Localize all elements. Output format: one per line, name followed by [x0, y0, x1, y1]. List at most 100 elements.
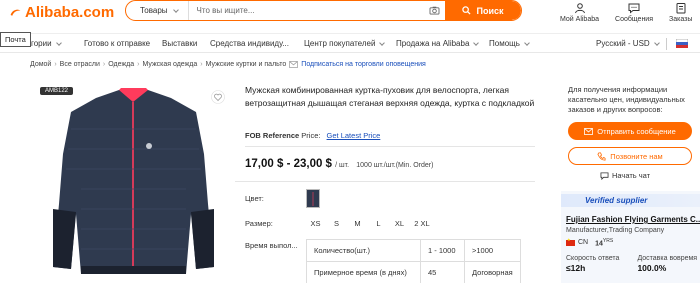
fob-label-suffix: Price:	[301, 131, 321, 140]
call-us-label: Позвоните нам	[610, 151, 663, 161]
color-swatch[interactable]	[306, 189, 320, 208]
product-code-tag: AMB122	[40, 87, 74, 95]
search-bar: Товары Поиск	[125, 0, 522, 21]
supplier-card: Verified supplier Fujian Fashion Flying …	[561, 191, 700, 283]
orders-link[interactable]: Заказы	[669, 2, 692, 23]
nav-ready-to-ship[interactable]: Готово к отправке	[84, 39, 150, 48]
chevron-down-icon	[55, 39, 62, 46]
breadcrumb-item[interactable]: Мужские куртки и пальто	[206, 61, 287, 68]
mail-tooltip: Почта	[0, 32, 31, 47]
nav-ready-label: Готово к отправке	[84, 39, 151, 48]
my-alibaba-label: Мой Alibaba	[560, 16, 600, 23]
flag-icon[interactable]	[675, 38, 689, 50]
response-time-value: ≤12h	[566, 263, 586, 273]
message-icon	[628, 3, 640, 14]
years-value: 14	[595, 240, 603, 248]
nav-help[interactable]: Помощь	[489, 39, 530, 48]
logo-text: Alibaba.com	[25, 4, 115, 21]
send-message-label: Отправить сообщение	[597, 126, 676, 136]
start-chat-label: Начать чат	[612, 171, 651, 180]
search-button[interactable]: Поиск	[445, 1, 521, 20]
size-option[interactable]: XL	[390, 216, 409, 230]
nav-personal-label: Средства индивиду...	[210, 39, 289, 48]
alibaba-logo-icon	[10, 9, 21, 16]
size-label: Размер:	[245, 219, 273, 228]
breadcrumb-item[interactable]: Все отрасли	[60, 61, 100, 68]
supplier-name-link[interactable]: Fujian Fashion Flying Garments C...	[566, 215, 700, 224]
size-option[interactable]: XS	[306, 216, 325, 230]
alibaba-logo[interactable]: Alibaba.com	[9, 4, 114, 21]
mail-icon	[289, 61, 299, 68]
search-input[interactable]	[188, 6, 427, 15]
size-options: XS S M L XL 2 XL	[306, 216, 433, 230]
divider	[235, 181, 535, 182]
table-cell: Договорная	[464, 261, 521, 283]
nav-divider	[666, 38, 667, 50]
breadcrumb: Домой › Все отрасли › Одежда › Мужская одеж…	[30, 61, 426, 68]
subscribe-alerts-link[interactable]: Подписаться на торговли оповещения	[289, 61, 426, 68]
chat-icon	[600, 171, 609, 180]
product-image[interactable]: AMB122	[36, 84, 231, 283]
supplier-country: CN 14YRS	[566, 237, 613, 248]
breadcrumb-item[interactable]: Одежда	[108, 61, 134, 68]
language-currency-label: Русский - USD	[596, 39, 650, 48]
response-time-label: Скорость ответа	[566, 255, 620, 262]
phone-icon	[597, 151, 606, 161]
send-message-button[interactable]: Отправить сообщение	[568, 122, 692, 140]
table-row: Количество(шт.) 1 - 1000 >1000	[306, 239, 521, 262]
nav-personal-protection[interactable]: Средства индивиду...	[210, 39, 289, 48]
size-option[interactable]: 2 XL	[411, 216, 433, 230]
nav-sell-label: Продажа на Alibaba	[396, 39, 470, 48]
verified-supplier-badge: Verified supplier	[561, 194, 700, 207]
country-code: CN	[578, 239, 589, 247]
price-range: 17,00 $ - 23,00 $ / шт. 1000 шт./шт.(Min…	[245, 158, 433, 170]
camera-icon[interactable]	[427, 6, 441, 15]
lead-time-label: Время выпол...	[245, 241, 298, 250]
min-order: 1000 шт./шт.(Min. Order)	[356, 162, 434, 169]
table-cell: 45	[420, 261, 465, 283]
nav-exhibitions-label: Выставки	[162, 39, 198, 48]
size-option[interactable]: L	[369, 216, 388, 230]
heart-icon[interactable]	[211, 90, 225, 104]
breadcrumb-separator: ›	[102, 61, 106, 68]
response-time-stat: Скорость ответа ≤12h	[566, 255, 619, 273]
color-label: Цвет:	[245, 194, 264, 203]
table-cell: Количество(шт.)	[306, 239, 421, 262]
supplier-stats: Скорость ответа ≤12h Доставка вовремя 10…	[566, 255, 697, 273]
search-icon	[462, 6, 472, 15]
category-nav: Категории Готово к отправке Выставки Сре…	[0, 35, 700, 53]
top-header: Alibaba.com Товары Поиск Мой Alibaba Соо…	[0, 0, 700, 34]
chevron-down-icon	[524, 39, 530, 46]
breadcrumb-item[interactable]: Мужская одежда	[142, 61, 197, 68]
my-alibaba-link[interactable]: Мой Alibaba	[560, 2, 599, 23]
table-cell: 1 - 1000	[420, 239, 465, 262]
orders-icon	[676, 3, 686, 14]
size-option[interactable]: S	[327, 216, 346, 230]
search-category-label: Товары	[140, 6, 168, 15]
search-category-select[interactable]: Товары	[126, 1, 189, 20]
subscribe-alerts-label: Подписаться на торговли оповещения	[301, 61, 426, 68]
start-chat-link[interactable]: Начать чат	[600, 171, 650, 180]
chevron-down-icon	[653, 39, 660, 46]
nav-sell[interactable]: Продажа на Alibaba	[396, 39, 480, 48]
fob-price-row: FOB Reference Price: Get Latest Price	[245, 131, 380, 140]
chevron-down-icon	[172, 6, 179, 13]
breadcrumb-separator: ›	[137, 61, 140, 68]
size-option[interactable]: M	[348, 216, 367, 230]
nav-buyer-center[interactable]: Центр покупателей	[304, 39, 386, 48]
call-us-button[interactable]: Позвоните нам	[568, 147, 692, 165]
flag-icon	[566, 237, 575, 246]
supplier-type: Manufacturer,Trading Company	[566, 227, 665, 234]
product-title: Мужская комбинированная куртка-пуховик д…	[245, 85, 535, 108]
breadcrumb-item[interactable]: Домой	[30, 61, 51, 68]
get-latest-price-link[interactable]: Get Latest Price	[327, 131, 381, 140]
nav-help-label: Помощь	[489, 39, 520, 48]
messages-link[interactable]: Сообщения	[615, 2, 653, 23]
nav-exhibitions[interactable]: Выставки	[162, 39, 197, 48]
lead-time-table: Количество(шт.) 1 - 1000 >1000 Примерное…	[306, 239, 521, 283]
table-cell: Примерное время (в днях)	[306, 261, 421, 283]
breadcrumb-separator: ›	[54, 61, 57, 68]
language-currency-select[interactable]: Русский - USD	[596, 39, 660, 48]
chevron-down-icon	[379, 39, 386, 46]
delivery-label: Доставка вовремя	[637, 255, 698, 262]
